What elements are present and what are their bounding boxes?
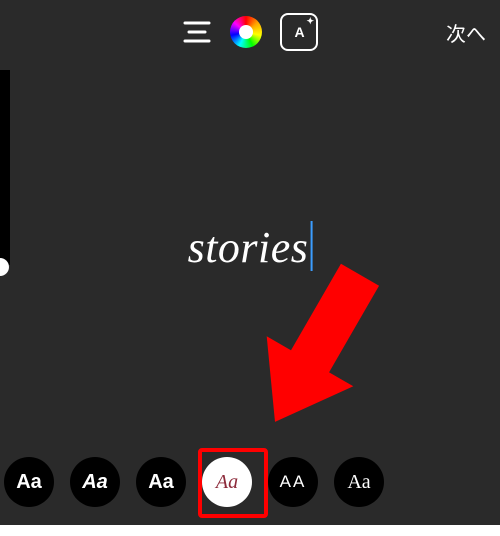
- font-selector-row[interactable]: Aa Aa Aa Aa AA Aa: [0, 451, 500, 513]
- font-option-1[interactable]: Aa: [4, 457, 54, 507]
- canvas[interactable]: stories: [0, 64, 500, 445]
- effects-label: A: [294, 24, 303, 40]
- align-icon[interactable]: [182, 19, 212, 45]
- topbar-center: A ✦: [182, 13, 318, 51]
- text-caret: [310, 221, 312, 271]
- font-option-6[interactable]: Aa: [334, 457, 384, 507]
- color-picker-icon[interactable]: [230, 16, 262, 48]
- text-input-value: stories: [188, 222, 309, 273]
- font-option-4-selected[interactable]: Aa: [202, 457, 252, 507]
- story-editor: A ✦ 次へ stories Aa Aa Aa Aa AA Aa: [0, 0, 500, 525]
- font-option-2[interactable]: Aa: [70, 457, 120, 507]
- text-input[interactable]: stories: [188, 222, 313, 273]
- font-option-5[interactable]: AA: [268, 457, 318, 507]
- text-effects-button[interactable]: A ✦: [280, 13, 318, 51]
- topbar: A ✦ 次へ: [0, 0, 500, 64]
- font-option-3[interactable]: Aa: [136, 457, 186, 507]
- next-button[interactable]: 次へ: [446, 18, 486, 47]
- sparkle-icon: ✦: [306, 17, 313, 26]
